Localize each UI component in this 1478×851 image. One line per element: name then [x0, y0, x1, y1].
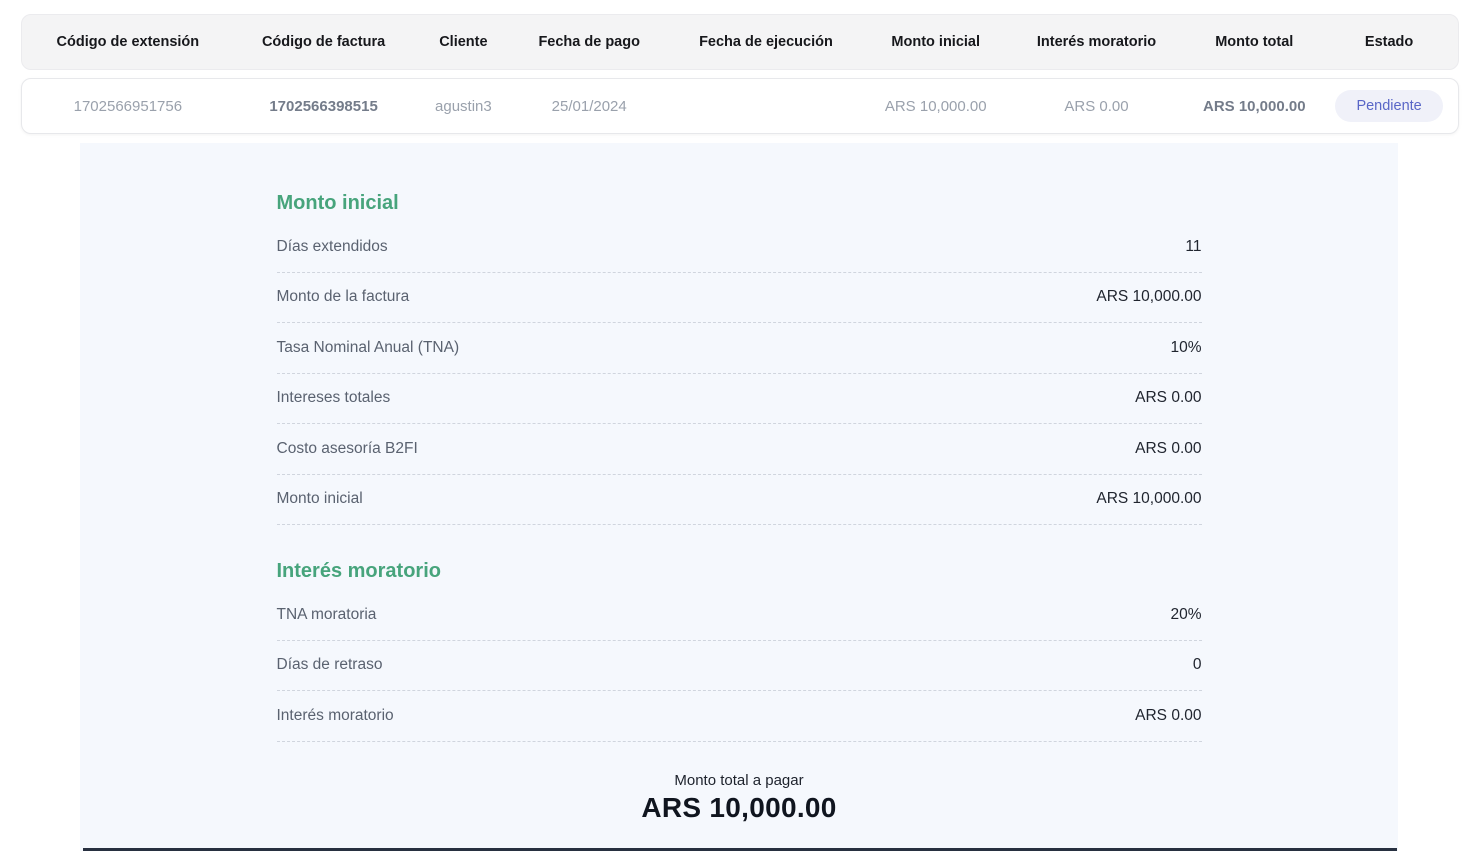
- detail-row-label: Monto de la factura: [277, 288, 410, 306]
- detail-row-label: TNA moratoria: [277, 606, 377, 624]
- cell-extension-code: 1702566951756: [22, 98, 234, 115]
- detail-row-value: 10%: [1170, 339, 1201, 357]
- total-label: Monto total a pagar: [277, 772, 1202, 789]
- detail-row-label: Intereses totales: [277, 389, 391, 407]
- detail-row: Tasa Nominal Anual (TNA) 10%: [277, 323, 1202, 374]
- detail-row-value: ARS 10,000.00: [1096, 288, 1201, 306]
- cell-client: agustin3: [413, 98, 513, 115]
- section-late-interest: Interés moratorio TNA moratoria 20% Días…: [277, 559, 1202, 742]
- detail-row-label: Monto inicial: [277, 490, 363, 508]
- total-amount: ARS 10,000.00: [277, 792, 1202, 824]
- col-header-extension-code: Código de extensión: [22, 34, 234, 50]
- detail-row-label: Interés moratorio: [277, 707, 394, 725]
- extensions-table-header: Código de extensión Código de factura Cl…: [21, 14, 1459, 70]
- col-header-client: Cliente: [413, 34, 513, 50]
- detail-row-value: ARS 0.00: [1135, 707, 1201, 725]
- detail-row-value: ARS 0.00: [1135, 440, 1201, 458]
- detail-row: TNA moratoria 20%: [277, 590, 1202, 641]
- detail-row-value: 20%: [1170, 606, 1201, 624]
- detail-row: Monto inicial ARS 10,000.00: [277, 475, 1202, 526]
- detail-row: Días de retraso 0: [277, 641, 1202, 692]
- detail-row: Intereses totales ARS 0.00: [277, 374, 1202, 425]
- detail-row-label: Días extendidos: [277, 238, 388, 256]
- detail-row: Costo asesoría B2FI ARS 0.00: [277, 424, 1202, 475]
- detail-row-value: ARS 10,000.00: [1096, 490, 1201, 508]
- col-header-payment-date: Fecha de pago: [513, 34, 665, 50]
- cell-late-interest: ARS 0.00: [1005, 98, 1189, 115]
- status-badge: Pendiente: [1335, 90, 1442, 123]
- detail-content: Monto inicial Días extendidos 11 Monto d…: [277, 143, 1202, 824]
- detail-row: Monto de la factura ARS 10,000.00: [277, 273, 1202, 324]
- section-title-late-interest: Interés moratorio: [277, 559, 1202, 583]
- col-header-invoice-code: Código de factura: [234, 34, 414, 50]
- detail-row-value: ARS 0.00: [1135, 389, 1201, 407]
- col-header-late-interest: Interés moratorio: [1005, 34, 1189, 50]
- detail-row-value: 0: [1193, 656, 1202, 674]
- extension-table-row[interactable]: 1702566951756 1702566398515 agustin3 25/…: [21, 78, 1459, 134]
- section-title-initial-amount: Monto inicial: [277, 191, 1202, 215]
- cell-payment-date: 25/01/2024: [513, 98, 665, 115]
- detail-row-value: 11: [1185, 238, 1201, 256]
- col-header-status: Estado: [1320, 34, 1458, 50]
- col-header-execution-date: Fecha de ejecución: [665, 34, 867, 50]
- cell-total-amount: ARS 10,000.00: [1188, 98, 1320, 115]
- cell-invoice-code: 1702566398515: [234, 98, 414, 115]
- cell-status: Pendiente: [1320, 90, 1458, 123]
- detail-row-label: Días de retraso: [277, 656, 383, 674]
- col-header-total-amount: Monto total: [1188, 34, 1320, 50]
- col-header-initial-amount: Monto inicial: [867, 34, 1005, 50]
- section-initial-amount: Monto inicial Días extendidos 11 Monto d…: [277, 191, 1202, 525]
- detail-row-label: Tasa Nominal Anual (TNA): [277, 339, 460, 357]
- total-block: Monto total a pagar ARS 10,000.00: [277, 772, 1202, 824]
- detail-row: Días extendidos 11: [277, 222, 1202, 273]
- extension-detail-panel: Monto inicial Días extendidos 11 Monto d…: [80, 143, 1398, 851]
- cell-initial-amount: ARS 10,000.00: [867, 98, 1005, 115]
- detail-row-label: Costo asesoría B2FI: [277, 440, 418, 458]
- detail-row: Interés moratorio ARS 0.00: [277, 691, 1202, 742]
